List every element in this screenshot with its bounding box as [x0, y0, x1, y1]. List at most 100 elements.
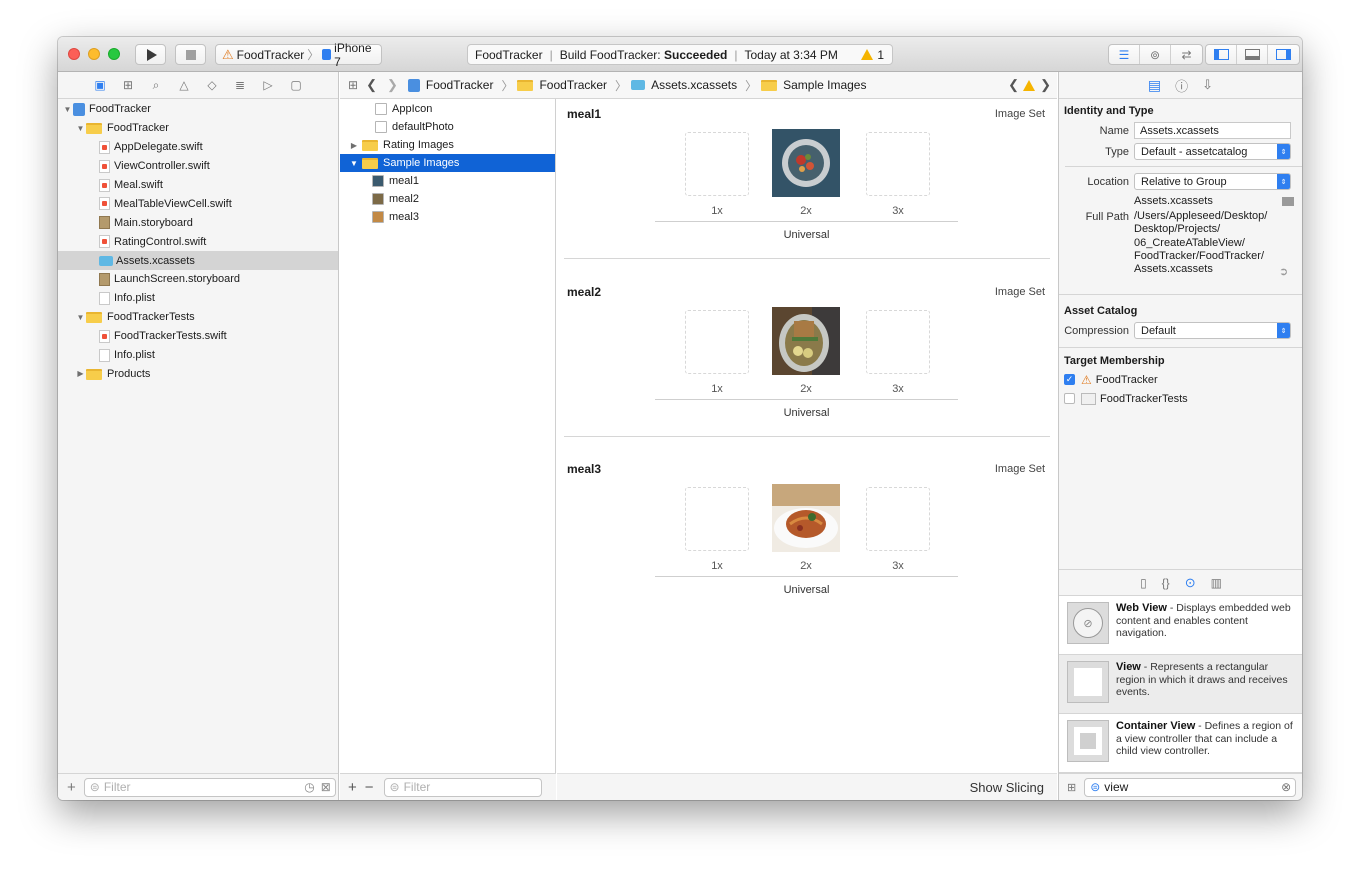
- toggle-debug-area-button[interactable]: [1237, 45, 1268, 64]
- asset-list-item[interactable]: AppIcon: [340, 100, 555, 118]
- standard-editor-button[interactable]: ☰: [1109, 45, 1140, 64]
- image-slot-1x[interactable]: [685, 132, 749, 196]
- warning-icon[interactable]: [1023, 79, 1035, 91]
- scm-filter-icon[interactable]: ⊠: [321, 780, 331, 794]
- tree-row[interactable]: ViewController.swift: [58, 157, 338, 176]
- image-set[interactable]: meal3 Image Set 1x 2x 3x Universal: [557, 454, 1057, 631]
- tree-row[interactable]: ▶ Products: [58, 364, 338, 383]
- tree-row[interactable]: ▼ FoodTracker: [58, 100, 338, 119]
- version-editor-button[interactable]: ⇄: [1171, 45, 1202, 64]
- tree-row[interactable]: AppDelegate.swift: [58, 138, 338, 157]
- disclosure-right-icon[interactable]: ▶: [346, 141, 362, 150]
- reveal-arrow-icon[interactable]: ➲: [1279, 265, 1288, 278]
- file-template-icon[interactable]: ▯: [1140, 576, 1147, 590]
- minimize-window-button[interactable]: [88, 48, 100, 60]
- tree-row[interactable]: MealTableViewCell.swift: [58, 194, 338, 213]
- type-popup[interactable]: Default - assetcatalog ⇕: [1134, 143, 1291, 160]
- breadcrumb-item[interactable]: FoodTracker: [407, 78, 493, 92]
- show-slicing-button[interactable]: Show Slicing: [970, 780, 1044, 795]
- target-checkbox[interactable]: ✓: [1064, 374, 1075, 385]
- tree-row[interactable]: RatingControl.swift: [58, 232, 338, 251]
- tree-row[interactable]: ▼ FoodTracker: [58, 119, 338, 138]
- asset-list-item[interactable]: meal3: [340, 208, 555, 226]
- meal-image[interactable]: [772, 129, 840, 197]
- image-slot-1x[interactable]: [685, 487, 749, 551]
- folder-browse-icon[interactable]: [1282, 196, 1294, 206]
- grid-view-icon[interactable]: ⊞: [1067, 781, 1076, 794]
- assistant-editor-button[interactable]: ⊚: [1140, 45, 1171, 64]
- disclosure-down-icon[interactable]: ▼: [62, 105, 73, 114]
- clear-search-icon[interactable]: ⊗: [1281, 780, 1291, 794]
- navigator-filter-field[interactable]: ⊜ Filter ◷ ⊠: [83, 777, 336, 797]
- location-popup[interactable]: Relative to Group ⇕: [1134, 173, 1291, 190]
- disclosure-right-icon[interactable]: ▶: [75, 369, 86, 378]
- image-slot-3x[interactable]: [866, 309, 930, 374]
- breadcrumb-item[interactable]: Assets.xcassets: [631, 78, 737, 92]
- target-row[interactable]: FoodTrackerTests: [1059, 389, 1302, 408]
- breakpoint-icon[interactable]: ▷: [259, 76, 277, 94]
- image-set[interactable]: meal1 Image Set 1x 2x 3x Universal: [557, 99, 1057, 276]
- back-chevron-icon[interactable]: ❮: [366, 77, 377, 93]
- image-slot-3x[interactable]: [866, 132, 930, 196]
- disclosure-down-icon[interactable]: ▼: [346, 159, 362, 168]
- asset-list-item[interactable]: ▶ Rating Images: [340, 136, 555, 154]
- related-items-icon[interactable]: ⊞: [348, 78, 358, 92]
- library-item[interactable]: ⊘ Web View - Displays embedded web conten…: [1059, 596, 1302, 655]
- toggle-utilities-button[interactable]: [1268, 45, 1299, 64]
- compression-popup[interactable]: Default ⇕: [1134, 322, 1291, 339]
- prev-issue-chevron-icon[interactable]: ❮: [1008, 77, 1019, 93]
- disclosure-down-icon[interactable]: ▼: [75, 124, 86, 133]
- asset-list-item[interactable]: ▼ Sample Images: [340, 154, 555, 172]
- image-set[interactable]: meal2 Image Set 1x 2x 3x Universal: [557, 277, 1057, 454]
- search-icon[interactable]: ⌕: [147, 76, 165, 94]
- image-slot-1x[interactable]: [685, 309, 749, 374]
- breadcrumb-item[interactable]: Sample Images: [761, 78, 866, 92]
- tree-row[interactable]: Info.plist: [58, 346, 338, 365]
- asset-filter-field[interactable]: ⊜ Filter: [383, 777, 542, 797]
- asset-list-item[interactable]: meal1: [340, 172, 555, 190]
- close-window-button[interactable]: [68, 48, 80, 60]
- library-search-field[interactable]: ⊜ view ⊗: [1084, 777, 1297, 797]
- target-checkbox[interactable]: [1064, 393, 1075, 404]
- object-library-icon[interactable]: ⊙: [1185, 575, 1196, 591]
- library-item[interactable]: View - Represents a rectangular region i…: [1059, 655, 1302, 714]
- add-icon[interactable]: +: [348, 779, 357, 796]
- next-issue-chevron-icon[interactable]: ❯: [1040, 77, 1051, 93]
- run-button[interactable]: [135, 44, 166, 65]
- tree-row[interactable]: ▼ FoodTrackerTests: [58, 308, 338, 327]
- name-field[interactable]: Assets.xcassets: [1134, 122, 1291, 139]
- recent-clock-icon[interactable]: ◷: [304, 780, 314, 794]
- media-library-icon[interactable]: ▥: [1211, 576, 1222, 590]
- disclosure-down-icon[interactable]: ▼: [75, 313, 86, 322]
- asset-list-item[interactable]: meal2: [340, 190, 555, 208]
- remove-icon[interactable]: −: [365, 779, 374, 796]
- library-item[interactable]: Container View - Defines a region of a v…: [1059, 714, 1302, 773]
- forward-chevron-icon[interactable]: ❯: [387, 77, 398, 93]
- add-icon[interactable]: +: [67, 779, 76, 796]
- issue-icon[interactable]: △: [175, 76, 193, 94]
- scheme-selector[interactable]: ⚠︎ FoodTracker 〉 iPhone 7: [215, 41, 382, 69]
- asset-list-item[interactable]: defaultPhoto: [340, 118, 555, 136]
- stop-button[interactable]: [175, 44, 206, 65]
- debug-icon[interactable]: ≣: [231, 76, 249, 94]
- breadcrumb-item[interactable]: FoodTracker: [517, 78, 607, 92]
- test-icon[interactable]: ◇: [203, 76, 221, 94]
- report-icon[interactable]: ▢: [287, 76, 305, 94]
- meal-image[interactable]: [772, 306, 840, 375]
- tree-row[interactable]: Meal.swift: [58, 176, 338, 195]
- code-snippet-icon[interactable]: {}: [1162, 576, 1170, 590]
- meal-image[interactable]: [772, 484, 840, 552]
- toggle-navigator-button[interactable]: [1206, 45, 1237, 64]
- device-name[interactable]: iPhone 7: [334, 41, 381, 69]
- tree-row[interactable]: FoodTrackerTests.swift: [58, 327, 338, 346]
- file-inspector-icon[interactable]: ▤: [1148, 77, 1161, 94]
- tree-row[interactable]: Assets.xcassets: [58, 251, 338, 271]
- folder-icon[interactable]: ▣: [91, 76, 109, 94]
- help-icon[interactable]: ⓘ: [1175, 76, 1188, 95]
- warning-indicator[interactable]: 1: [861, 48, 884, 62]
- tree-row[interactable]: LaunchScreen.storyboard: [58, 270, 338, 289]
- target-row[interactable]: ✓ ⚠︎ FoodTracker: [1059, 370, 1302, 389]
- image-slot-3x[interactable]: [866, 487, 930, 551]
- tree-row[interactable]: Info.plist: [58, 289, 338, 308]
- identity-icon[interactable]: ⇩: [1202, 77, 1213, 93]
